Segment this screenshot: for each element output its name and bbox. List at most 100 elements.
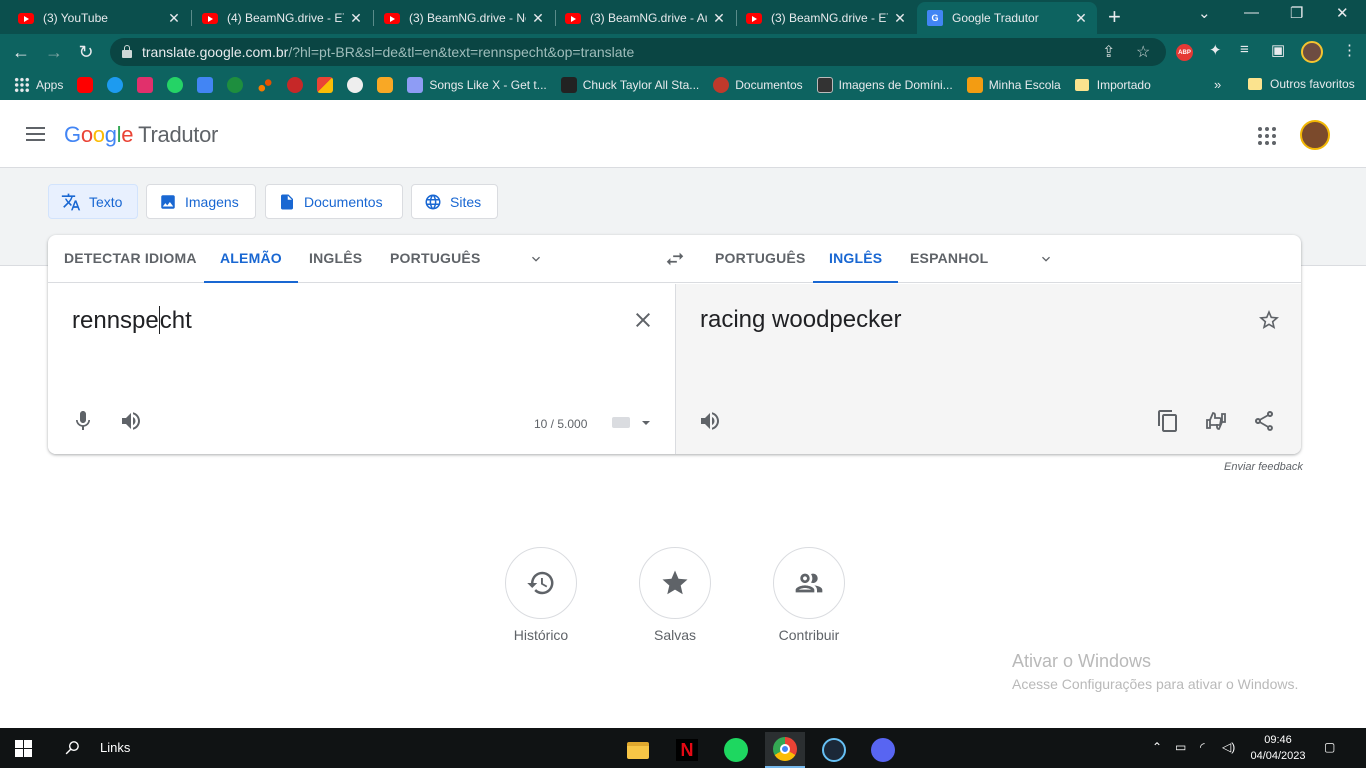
share-icon[interactable]: ⇪ bbox=[1102, 42, 1115, 62]
back-arrow-icon[interactable]: ← bbox=[9, 40, 33, 64]
taskbar-search[interactable]: Links bbox=[64, 739, 130, 756]
new-tab-icon[interactable]: + bbox=[1108, 6, 1121, 28]
main-menu-icon[interactable] bbox=[26, 127, 45, 141]
bookmark-owl[interactable] bbox=[377, 77, 394, 93]
browser-tab[interactable]: (3) BeamNG.drive - ET ✕ bbox=[728, 4, 916, 32]
close-tab-icon[interactable]: ✕ bbox=[348, 10, 364, 27]
bookmark-whatsapp[interactable] bbox=[167, 77, 184, 93]
bookmark-importado[interactable]: Importado bbox=[1074, 78, 1151, 92]
chrome-taskbar-icon[interactable] bbox=[765, 732, 805, 768]
extensions-puzzle-icon[interactable]: ✦ bbox=[1209, 41, 1222, 59]
close-tab-icon[interactable]: ✕ bbox=[530, 10, 546, 27]
microphone-icon[interactable] bbox=[71, 409, 95, 433]
target-lang-ingles[interactable]: INGLÊS bbox=[813, 235, 899, 283]
taskbar-clock[interactable]: 09:46 04/04/2023 bbox=[1248, 732, 1308, 764]
battery-icon[interactable]: ▭ bbox=[1175, 740, 1186, 754]
bookmark-red-circle[interactable] bbox=[287, 77, 304, 93]
notifications-icon[interactable]: ▢ bbox=[1324, 740, 1335, 754]
close-tab-icon[interactable]: ✕ bbox=[892, 10, 908, 27]
steam-taskbar-icon[interactable] bbox=[814, 732, 854, 768]
bookmark-twitter[interactable] bbox=[107, 77, 124, 93]
account-avatar[interactable] bbox=[1300, 120, 1330, 150]
file-explorer-taskbar-icon[interactable] bbox=[618, 732, 658, 768]
close-window-icon[interactable]: ✕ bbox=[1336, 4, 1349, 22]
volume-icon[interactable]: ◁) bbox=[1222, 740, 1235, 754]
address-bar[interactable]: translate.google.com.br/?hl=pt-BR&sl=de&… bbox=[110, 38, 1166, 66]
source-lang-alemao[interactable]: ALEMÃO bbox=[204, 235, 298, 283]
rate-translation-icon[interactable] bbox=[1204, 409, 1228, 433]
profile-avatar[interactable] bbox=[1301, 41, 1323, 63]
clock-date: 04/04/2023 bbox=[1250, 750, 1306, 762]
dots-icon bbox=[257, 77, 274, 93]
bookmark-documentos[interactable]: Documentos bbox=[713, 77, 803, 93]
target-lang-portugues[interactable]: PORTUGUÊS bbox=[699, 235, 821, 283]
bookmark-translate[interactable] bbox=[197, 77, 214, 93]
other-bookmarks[interactable]: Outros favoritos bbox=[1248, 77, 1355, 91]
clear-text-icon[interactable] bbox=[631, 308, 655, 332]
send-feedback-link[interactable]: Enviar feedback bbox=[1224, 461, 1303, 473]
tray-chevron-up-icon[interactable]: ⌃ bbox=[1152, 740, 1162, 754]
input-tools-dropdown-icon[interactable] bbox=[642, 421, 650, 425]
bookmark-classroom[interactable] bbox=[227, 77, 244, 93]
spotify-taskbar-icon[interactable] bbox=[716, 732, 756, 768]
mode-imagens-button[interactable]: Imagens bbox=[146, 184, 256, 219]
kebab-menu-icon[interactable]: ⋮ bbox=[1342, 41, 1357, 59]
bookmark-songs-like-x[interactable]: Songs Like X - Get t... bbox=[407, 77, 547, 93]
windows-start-icon[interactable] bbox=[15, 740, 32, 757]
discord-taskbar-icon[interactable] bbox=[863, 732, 903, 768]
bookmark-apps[interactable]: Apps bbox=[14, 77, 63, 93]
white-circle-icon bbox=[347, 77, 364, 93]
history-button[interactable] bbox=[505, 547, 577, 619]
mode-sites-button[interactable]: Sites bbox=[411, 184, 498, 219]
saved-button[interactable] bbox=[639, 547, 711, 619]
source-more-languages-chevron-icon[interactable] bbox=[528, 251, 544, 267]
minimize-icon[interactable]: — bbox=[1244, 4, 1259, 21]
google-apps-icon[interactable] bbox=[1258, 127, 1276, 145]
bookmark-imagens[interactable]: Imagens de Domíni... bbox=[816, 77, 953, 93]
save-translation-star-icon[interactable] bbox=[1257, 308, 1281, 332]
source-text-input[interactable]: rennspecht bbox=[72, 306, 192, 335]
more-bookmarks-chevron-icon[interactable]: » bbox=[1214, 77, 1221, 92]
browser-tab[interactable]: (4) BeamNG.drive - ET ✕ bbox=[184, 4, 372, 32]
side-panel-icon[interactable]: ▣ bbox=[1271, 41, 1285, 59]
media-queue-icon[interactable]: ≡ bbox=[1240, 41, 1249, 58]
bookmark-gmail[interactable] bbox=[317, 77, 334, 93]
source-lang-portugues[interactable]: PORTUGUÊS bbox=[374, 235, 496, 283]
bookmark-white-circle[interactable] bbox=[347, 77, 364, 93]
close-tab-icon[interactable]: ✕ bbox=[1073, 10, 1089, 27]
reload-icon[interactable]: ↻ bbox=[74, 40, 98, 64]
google-tradutor-logo[interactable]: Google Tradutor bbox=[64, 122, 218, 148]
contribute-button[interactable] bbox=[773, 547, 845, 619]
copy-translation-icon[interactable] bbox=[1156, 409, 1180, 433]
tab-search-chevron-icon[interactable]: ⌄ bbox=[1198, 4, 1211, 22]
close-tab-icon[interactable]: ✕ bbox=[711, 10, 727, 27]
browser-tab[interactable]: (3) BeamNG.drive - Ne ✕ bbox=[366, 4, 554, 32]
forward-arrow-icon[interactable]: → bbox=[42, 40, 66, 64]
target-more-languages-chevron-icon[interactable] bbox=[1038, 251, 1054, 267]
bookmark-star-icon[interactable]: ☆ bbox=[1136, 42, 1150, 62]
keyboard-icon[interactable] bbox=[612, 417, 630, 428]
bookmark-instagram[interactable] bbox=[137, 77, 154, 93]
restore-icon[interactable]: ❐ bbox=[1290, 4, 1303, 22]
source-listen-speaker-icon[interactable] bbox=[119, 409, 143, 433]
mode-texto-button[interactable]: Texto bbox=[48, 184, 138, 219]
wifi-icon[interactable]: ◜ bbox=[1200, 740, 1205, 754]
source-lang-ingles[interactable]: INGLÊS bbox=[293, 235, 378, 283]
browser-tab[interactable]: (3) BeamNG.drive - Au ✕ bbox=[547, 4, 735, 32]
bookmark-dots[interactable] bbox=[257, 77, 274, 93]
bookmark-chuck-taylor[interactable]: Chuck Taylor All Sta... bbox=[560, 77, 699, 93]
source-lang-detect[interactable]: DETECTAR IDIOMA bbox=[48, 235, 213, 283]
close-tab-icon[interactable]: ✕ bbox=[166, 10, 182, 27]
bookmark-youtube[interactable] bbox=[77, 77, 94, 93]
mode-documentos-button[interactable]: Documentos bbox=[265, 184, 403, 219]
share-translation-icon[interactable] bbox=[1252, 409, 1276, 433]
swap-languages-icon[interactable] bbox=[664, 248, 686, 270]
bookmark-minha-escola[interactable]: Minha Escola bbox=[966, 77, 1061, 93]
translation-listen-speaker-icon[interactable] bbox=[698, 409, 722, 433]
adblock-plus-icon[interactable]: ABP bbox=[1176, 44, 1193, 61]
browser-tab[interactable]: (3) YouTube ✕ bbox=[0, 4, 190, 32]
browser-tab-active[interactable]: G Google Tradutor ✕ bbox=[917, 2, 1097, 34]
target-lang-espanhol[interactable]: ESPANHOL bbox=[894, 235, 1004, 283]
netflix-taskbar-icon[interactable]: N bbox=[667, 732, 707, 768]
star-icon bbox=[662, 570, 688, 595]
